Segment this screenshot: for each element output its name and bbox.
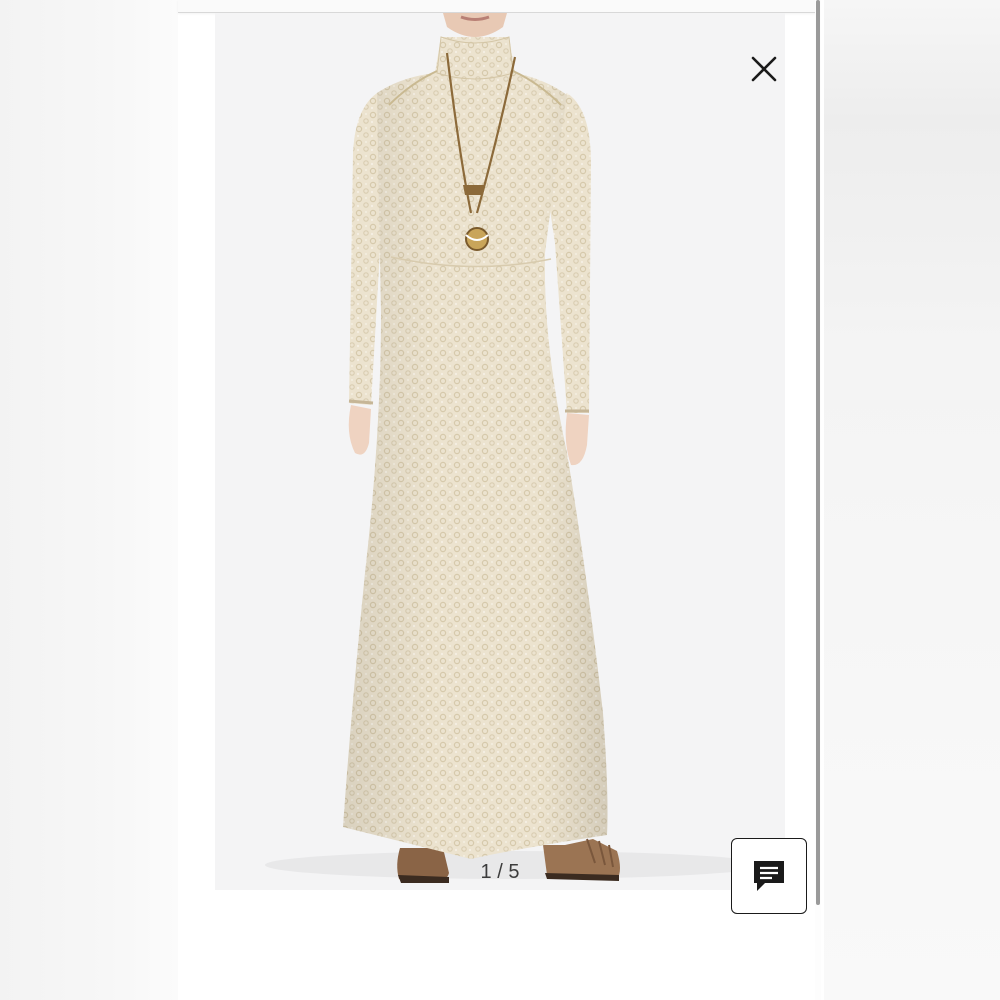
scrollbar-thumb[interactable] [816,0,820,905]
top-edge-bar [178,0,816,13]
right-hand [565,413,589,466]
chat-button[interactable] [731,838,807,914]
image-counter: 1 / 5 [430,858,570,886]
total-image-count: 5 [508,861,520,883]
product-image[interactable] [215,13,785,890]
counter-separator: / [491,861,509,883]
current-image-index: 1 [480,861,492,883]
product-image-lightbox: 1 / 5 [0,0,1000,1000]
close-button[interactable] [745,50,783,88]
left-hand [348,405,371,455]
chat-message-icon [754,861,784,891]
close-icon [751,56,777,82]
product-photo-illustration [265,13,765,883]
blurred-backdrop-right [824,0,1000,1000]
model-chin [443,13,507,37]
blurred-backdrop-left [0,0,178,1000]
